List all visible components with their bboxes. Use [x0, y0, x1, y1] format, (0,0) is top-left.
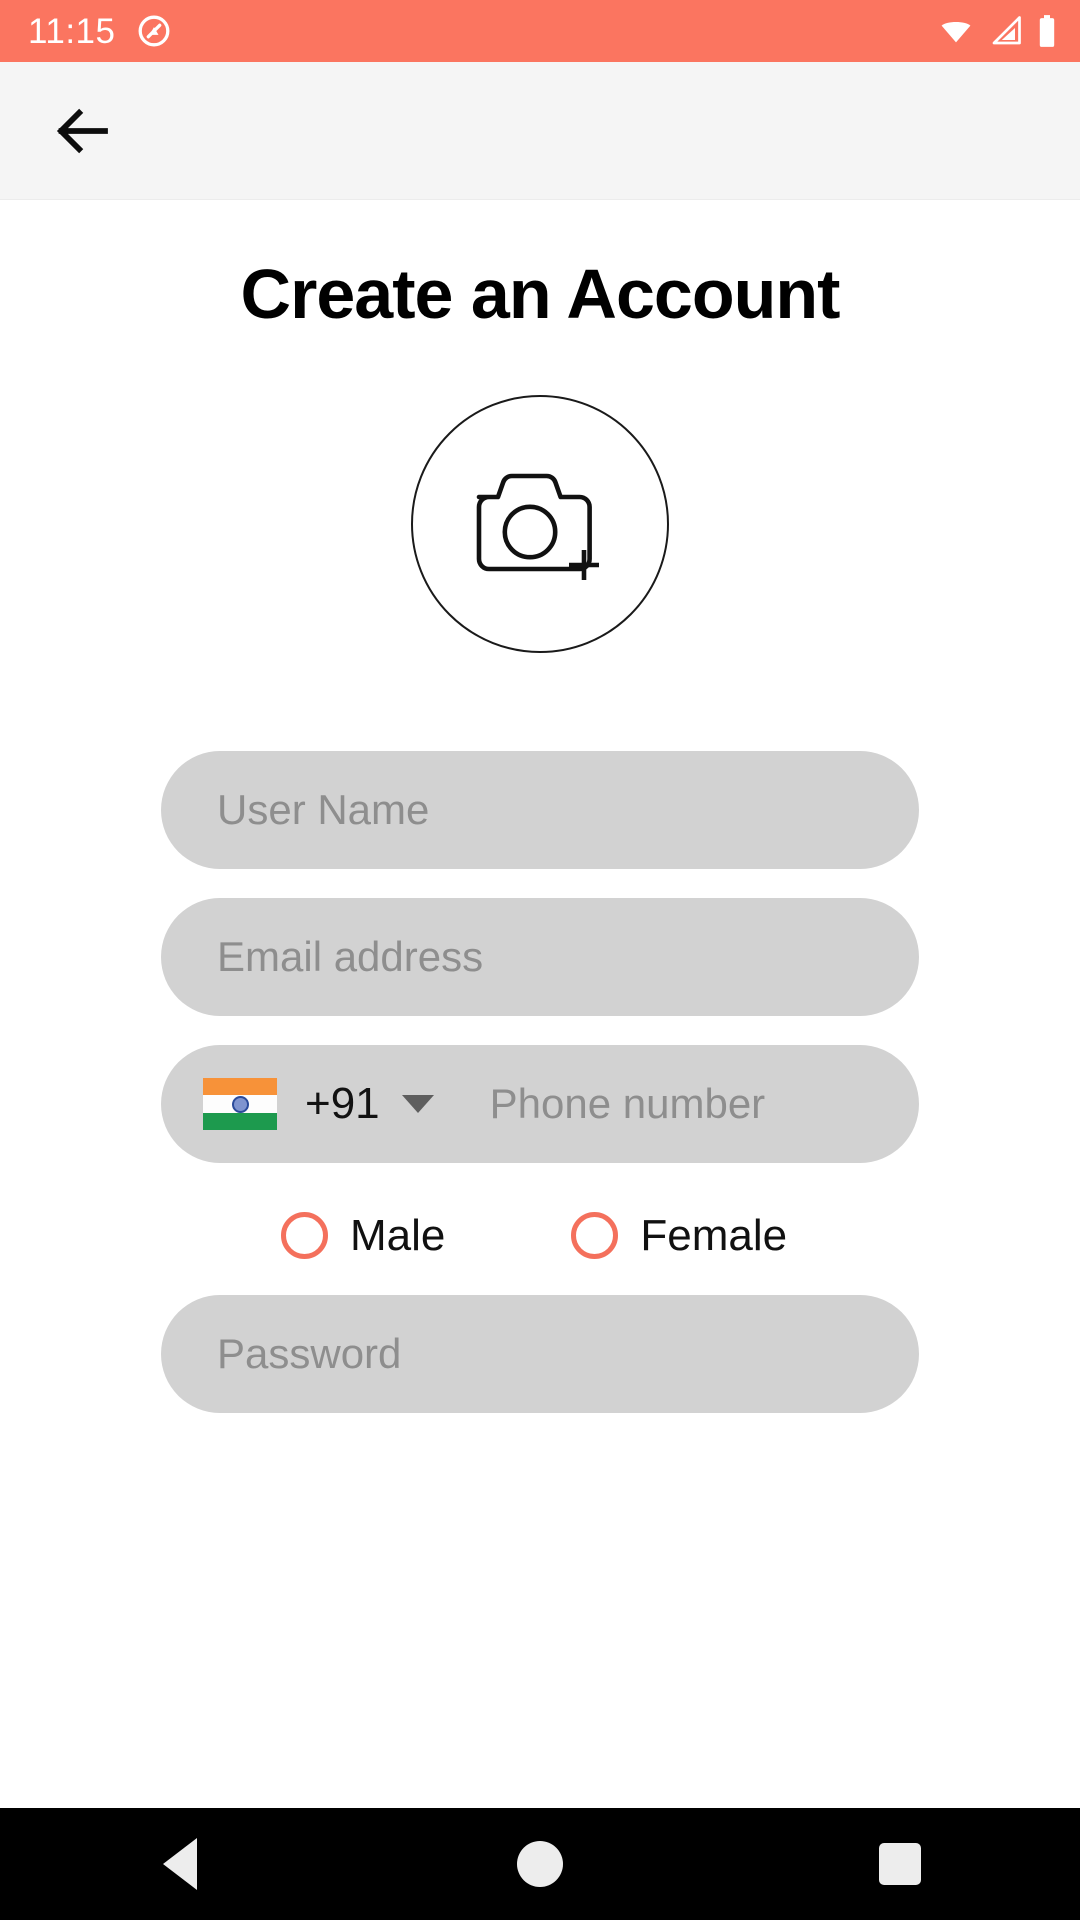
back-triangle-icon — [163, 1838, 197, 1890]
signup-form-content: Create an Account User Name Email addres… — [0, 200, 1080, 1808]
caret-down-icon[interactable] — [401, 1095, 434, 1113]
wifi-icon — [941, 22, 971, 43]
system-navigation-bar — [0, 1808, 1080, 1920]
gender-label-female: Female — [640, 1210, 788, 1260]
flag-band-green — [203, 1112, 277, 1130]
email-address-placeholder: Email address — [217, 933, 484, 980]
password-placeholder: Password — [217, 1330, 402, 1377]
status-bar-system-icons — [936, 13, 1058, 49]
phone-number-field[interactable]: +91 Phone number — [161, 1045, 919, 1163]
nav-back-button[interactable] — [105, 1808, 255, 1920]
arrow-left-icon — [56, 108, 108, 153]
ashoka-chakra-icon — [231, 1095, 249, 1113]
user-name-placeholder: User Name — [217, 786, 430, 833]
gender-radio-group: Male Female — [161, 1212, 919, 1259]
gender-option-male[interactable]: Male — [281, 1212, 445, 1259]
do-not-disturb-icon — [138, 15, 169, 47]
radio-male-icon[interactable] — [281, 1212, 328, 1259]
email-address-field[interactable]: Email address — [161, 898, 919, 1016]
app-screen: 11:15 Create an Account User Name Email … — [0, 0, 1080, 1920]
password-field[interactable]: Password — [161, 1295, 919, 1413]
battery-icon — [1039, 15, 1055, 47]
country-dial-code[interactable]: +91 — [305, 1082, 380, 1126]
back-button[interactable] — [44, 92, 122, 170]
cellular-signal-icon — [992, 16, 1021, 45]
app-bar — [0, 62, 1080, 200]
gender-option-female[interactable]: Female — [571, 1212, 787, 1259]
avatar-photo-picker[interactable] — [411, 395, 669, 653]
flag-band-saffron — [203, 1078, 277, 1096]
status-bar-clock: 11:15 — [28, 11, 116, 51]
user-name-field[interactable]: User Name — [161, 751, 919, 869]
registration-fields: User Name Email address +91 Phone number — [0, 751, 1080, 1442]
phone-number-placeholder: Phone number — [489, 1080, 766, 1127]
nav-home-button[interactable] — [465, 1808, 615, 1920]
status-bar-notification-icons — [136, 13, 172, 49]
gender-label-male: Male — [350, 1210, 446, 1260]
nav-recents-button[interactable] — [825, 1808, 975, 1920]
india-flag-icon — [203, 1078, 277, 1130]
camera-add-icon — [476, 473, 599, 580]
page-title: Create an Account — [240, 255, 841, 333]
radio-female-icon[interactable] — [571, 1212, 619, 1259]
home-circle-icon — [517, 1841, 563, 1887]
status-bar: 11:15 — [0, 0, 1080, 62]
recents-square-icon — [879, 1843, 921, 1885]
